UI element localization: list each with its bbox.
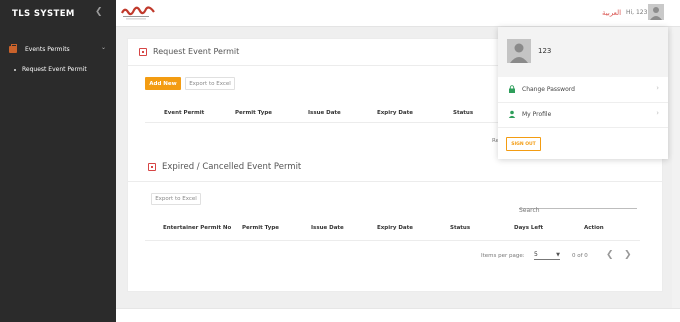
col-status: Status (453, 110, 474, 116)
page-range: 0 of 0 (572, 253, 588, 259)
briefcase-icon (9, 44, 17, 53)
col-expiry-date: Expiry Date (377, 110, 413, 116)
col-issue-date: Issue Date (308, 110, 341, 116)
col-event-permit: Event Permit (164, 110, 205, 116)
expired-section-title-text: Expired / Cancelled Event Permit (162, 162, 302, 172)
sidebar-group-label: Events Permits (25, 46, 70, 53)
user-avatar-icon (650, 7, 662, 20)
search-field[interactable] (519, 197, 637, 216)
sidebar-item-label: Request Event Permit (22, 66, 87, 73)
chevron-right-icon: › (656, 84, 659, 92)
col-permit-type: Permit Type (242, 225, 279, 231)
chevron-down-icon: ⌄ (101, 44, 107, 51)
col-days-left: Days Left (514, 225, 544, 231)
language-toggle[interactable]: العربية (602, 9, 621, 17)
sign-out-button[interactable]: SIGN OUT (506, 137, 541, 151)
col-expiry-date: Expiry Date (377, 225, 413, 231)
user-icon (508, 110, 516, 118)
user-greeting: Hi, 123 (626, 9, 648, 16)
scrollbar[interactable] (672, 27, 680, 322)
document-icon (148, 163, 156, 171)
chevron-left-icon[interactable]: ❮ (95, 7, 103, 17)
divider (498, 102, 668, 103)
change-password-label: Change Password (522, 85, 575, 93)
table-header-divider (145, 122, 498, 123)
divider (128, 181, 663, 182)
my-profile-label: My Profile (522, 110, 552, 118)
caret-down-icon: ▼ (556, 252, 560, 258)
expired-section-title: Expired / Cancelled Event Permit (148, 162, 301, 172)
col-entertainer-permit-no: Entertainer Permit No (163, 225, 232, 231)
document-icon (139, 47, 147, 56)
profile-header: 123 (498, 27, 668, 77)
user-avatar-icon (510, 43, 528, 63)
profile-username: 123 (538, 47, 552, 55)
change-password-item[interactable]: Change Password › (498, 80, 668, 98)
lock-icon (509, 85, 515, 93)
export-excel-button[interactable]: Export to Excel (151, 193, 201, 205)
items-per-page-label: Items per page: (481, 253, 525, 259)
next-page-icon[interactable]: ❯ (624, 250, 632, 260)
profile-dropdown: 123 Change Password › My Profile › SIGN … (498, 27, 668, 159)
page-size-select[interactable]: 5 ▼ (534, 251, 560, 260)
export-excel-button[interactable]: Export to Excel (185, 77, 235, 90)
request-section-title: Request Event Permit (139, 47, 239, 56)
col-issue-date: Issue Date (311, 225, 344, 231)
avatar (507, 39, 531, 63)
divider (498, 127, 668, 128)
col-action: Action (584, 225, 604, 231)
add-new-button[interactable]: Add New (145, 77, 181, 90)
search-input[interactable] (519, 205, 637, 216)
my-profile-item[interactable]: My Profile › (498, 105, 668, 123)
bullet-icon (14, 68, 16, 71)
divider (128, 65, 498, 66)
col-permit-type: Permit Type (235, 110, 272, 116)
sidebar-group-events-permits[interactable]: Events Permits ⌄ (0, 40, 116, 59)
table-header-divider (145, 240, 640, 241)
logo (121, 6, 155, 20)
avatar[interactable] (648, 4, 664, 20)
footer (116, 308, 680, 322)
chevron-right-icon: › (656, 109, 659, 117)
page-size-value: 5 (534, 251, 538, 258)
previous-page-icon[interactable]: ❮ (606, 250, 614, 260)
col-status: Status (450, 225, 471, 231)
top-bar: العربية Hi, 123 (116, 0, 680, 27)
request-section-title-text: Request Event Permit (153, 47, 240, 56)
sidebar: TLS SYSTEM ❮ Events Permits ⌄ Request Ev… (0, 0, 116, 322)
sidebar-item-request-event-permit[interactable]: Request Event Permit (0, 63, 116, 76)
